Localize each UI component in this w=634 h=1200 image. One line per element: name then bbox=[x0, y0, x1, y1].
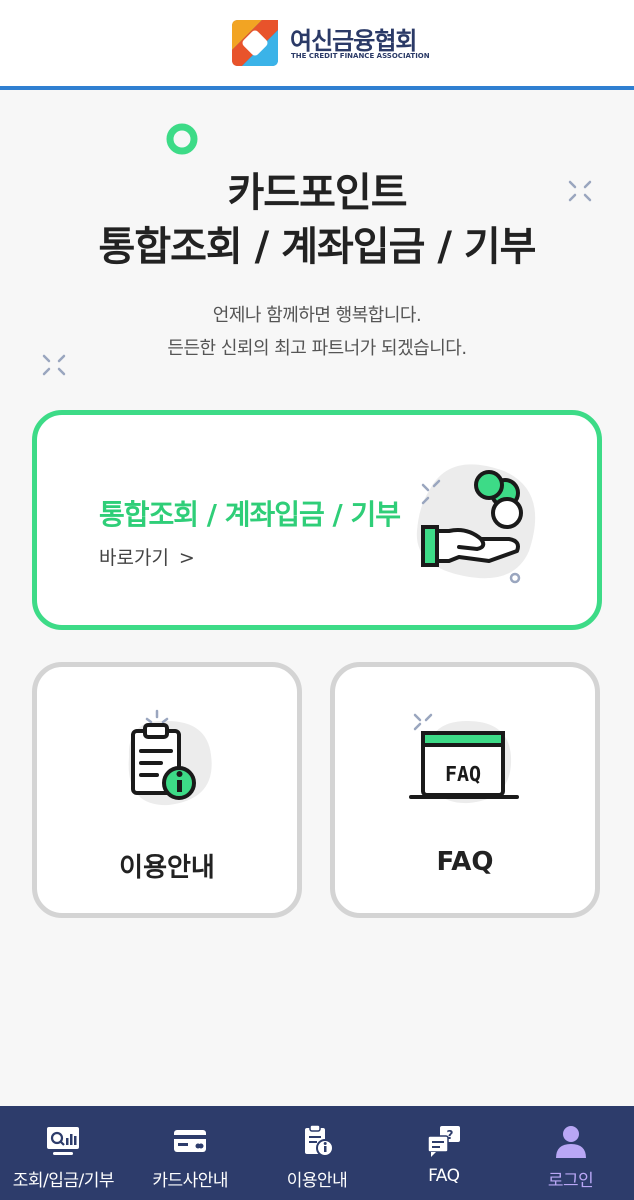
nav-item-login[interactable]: 로그인 bbox=[507, 1106, 634, 1200]
page-subtitle-line1: 언제나 함께하면 행복합니다. bbox=[212, 305, 422, 326]
logo[interactable]: 여신금융협회 THE CREDIT FINANCE ASSOCIATION bbox=[232, 20, 432, 66]
faq-card[interactable]: FAQ FAQ bbox=[330, 662, 600, 918]
faq-icon-text: FAQ bbox=[445, 762, 481, 786]
logo-english-text: THE CREDIT FINANCE ASSOCIATION bbox=[291, 52, 430, 60]
ring-decoration-icon bbox=[166, 123, 198, 155]
coin-hand-icon bbox=[416, 464, 536, 584]
nav-item-inquiry[interactable]: 조회/입금/기부 bbox=[0, 1106, 127, 1200]
page-subtitle-line2: 든든한 신뢰의 최고 파트너가 되겠습니다. bbox=[167, 338, 467, 359]
nav-label: 카드사안내 bbox=[152, 1171, 229, 1191]
nav-label: FAQ bbox=[428, 1166, 460, 1186]
usage-guide-label: 이용안내 bbox=[119, 853, 215, 883]
shortcut-link[interactable]: 바로가기 > bbox=[99, 543, 195, 570]
clipboard-info-icon bbox=[128, 709, 212, 806]
page-title: 카드포인트 통합조회 / 계좌입금 / 기부 bbox=[0, 166, 634, 274]
bottom-nav: 조회/입금/기부 카드사안내 이용안내 ? FAQ 로그인 bbox=[0, 1106, 634, 1200]
nav-item-faq[interactable]: ? FAQ bbox=[380, 1106, 507, 1200]
card-icon bbox=[174, 1130, 207, 1152]
faq-chat-icon: ? bbox=[427, 1126, 460, 1157]
nav-label: 이용안내 bbox=[286, 1171, 348, 1191]
faq-label: FAQ bbox=[436, 847, 494, 877]
nav-label: 로그인 bbox=[547, 1171, 594, 1191]
chevron-right-icon: > bbox=[178, 547, 195, 569]
nav-item-card-company[interactable]: 카드사안내 bbox=[127, 1106, 254, 1200]
page-title-line1: 카드포인트 bbox=[227, 170, 408, 216]
nav-item-usage-guide[interactable]: 이용안내 bbox=[254, 1106, 381, 1200]
page-title-line2: 통합조회 / 계좌입금 / 기부 bbox=[98, 224, 537, 270]
logo-mark-icon bbox=[232, 20, 278, 66]
page-subtitle: 언제나 함께하면 행복합니다. 든든한 신뢰의 최고 파트너가 되겠습니다. bbox=[0, 299, 634, 365]
shortcut-link-label: 바로가기 bbox=[99, 547, 169, 569]
user-icon bbox=[555, 1126, 586, 1158]
faq-monitor-icon: FAQ bbox=[409, 713, 519, 804]
logo-korean-text: 여신금융협회 bbox=[290, 27, 417, 55]
header: 여신금융협회 THE CREDIT FINANCE ASSOCIATION bbox=[0, 0, 634, 90]
card-title: 통합조회 / 계좌입금 / 기부 bbox=[99, 498, 401, 531]
clipboard-info-icon bbox=[304, 1124, 334, 1157]
usage-guide-card[interactable]: 이용안내 bbox=[32, 662, 302, 918]
chart-monitor-icon bbox=[47, 1127, 80, 1155]
nav-label: 조회/입금/기부 bbox=[12, 1171, 115, 1191]
inquiry-deposit-donate-card[interactable]: 통합조회 / 계좌입금 / 기부 바로가기 > bbox=[32, 410, 602, 630]
